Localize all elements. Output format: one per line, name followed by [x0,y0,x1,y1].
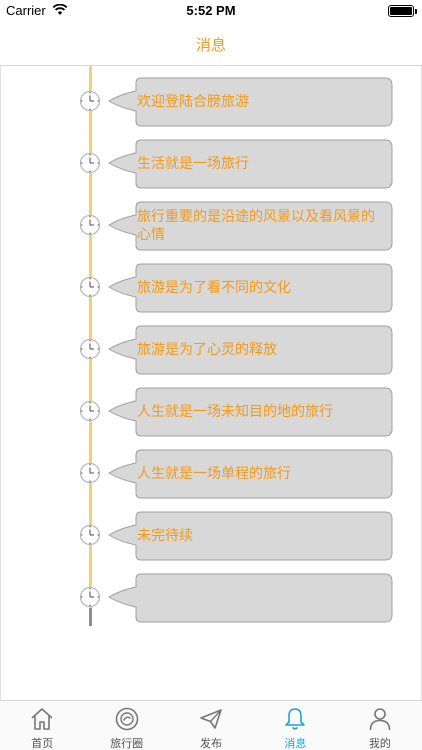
clock-icon [79,400,101,422]
message-bubble[interactable]: 欢迎登陆合膀旅游 [107,77,393,127]
circle-icon [115,707,138,731]
bell-icon [285,708,306,730]
home-icon [31,708,53,730]
tab-label: 首页 [31,737,54,750]
app-screen: Carrier 5:52 PM 消息 欢迎登陆合膀旅游 生活就是一场旅行 旅行重… [0,0,422,750]
navigation-bar: 消息 [0,22,422,66]
message-text: 生活就是一场旅行 [137,156,249,172]
tab-travel-circle[interactable]: 旅行圈 [84,701,168,750]
tab-label: 发布 [200,737,223,750]
tab-mine[interactable]: 我的 [338,701,422,750]
clock-icon [79,338,101,360]
message-bubble[interactable]: 人生就是一场未知目的地的旅行 [107,387,393,437]
status-time: 5:52 PM [186,3,236,18]
message-text: 人生就是一场单程的旅行 [137,466,291,482]
clock-icon [79,276,101,298]
message-text: 未完待续 [137,528,193,544]
tab-label: 旅行圈 [110,737,144,750]
paper-plane-icon [200,709,222,729]
message-text: 旅游是为了心灵的释放 [137,342,277,358]
tab-label: 消息 [284,737,307,750]
message-bubble[interactable]: 旅行重要的是沿途的风景以及看风景的心情 [107,201,393,251]
clock-icon [79,90,101,112]
message-text: 旅游是为了看不同的文化 [137,280,291,296]
message-text [137,573,391,623]
tab-label: 我的 [368,737,391,750]
tab-bar: 首页 旅行圈 发布 消息 我的 [0,700,422,750]
clock-icon [79,524,101,546]
message-text: 旅行重要的是沿途的风景以及看风景的心情 [137,209,375,243]
tab-messages[interactable]: 消息 [253,701,337,750]
message-item[interactable]: 欢迎登陆合膀旅游 [1,77,422,127]
page-title: 消息 [195,36,226,54]
message-item[interactable]: 生活就是一场旅行 [1,139,422,189]
message-item[interactable]: 人生就是一场单程的旅行 [1,449,422,499]
message-bubble[interactable] [107,573,393,623]
battery-icon [388,5,417,17]
message-text: 欢迎登陆合膀旅游 [137,94,249,110]
status-bar: Carrier 5:52 PM [0,0,422,22]
tab-publish[interactable]: 发布 [169,701,253,750]
message-item[interactable]: 旅游是为了心灵的释放 [1,325,422,375]
clock-icon [79,586,101,608]
tab-home[interactable]: 首页 [0,701,84,750]
clock-icon [79,214,101,236]
message-item[interactable]: 人生就是一场未知目的地的旅行 [1,387,422,437]
message-bubble[interactable]: 旅游是为了看不同的文化 [107,263,393,313]
clock-icon [79,152,101,174]
person-icon [369,708,391,731]
message-item[interactable]: 未完待续 [1,511,422,561]
message-bubble[interactable]: 未完待续 [107,511,393,561]
message-bubble[interactable]: 旅游是为了心灵的释放 [107,325,393,375]
message-item[interactable]: 旅行重要的是沿途的风景以及看风景的心情 [1,201,422,251]
message-text: 人生就是一场未知目的地的旅行 [137,404,333,420]
clock-icon [79,462,101,484]
message-bubble[interactable]: 人生就是一场单程的旅行 [107,449,393,499]
message-bubble[interactable]: 生活就是一场旅行 [107,139,393,189]
message-item[interactable] [1,573,422,623]
message-item[interactable]: 旅游是为了看不同的文化 [1,263,422,313]
message-timeline[interactable]: 欢迎登陆合膀旅游 生活就是一场旅行 旅行重要的是沿途的风景以及看风景的心情 旅游… [0,66,422,700]
